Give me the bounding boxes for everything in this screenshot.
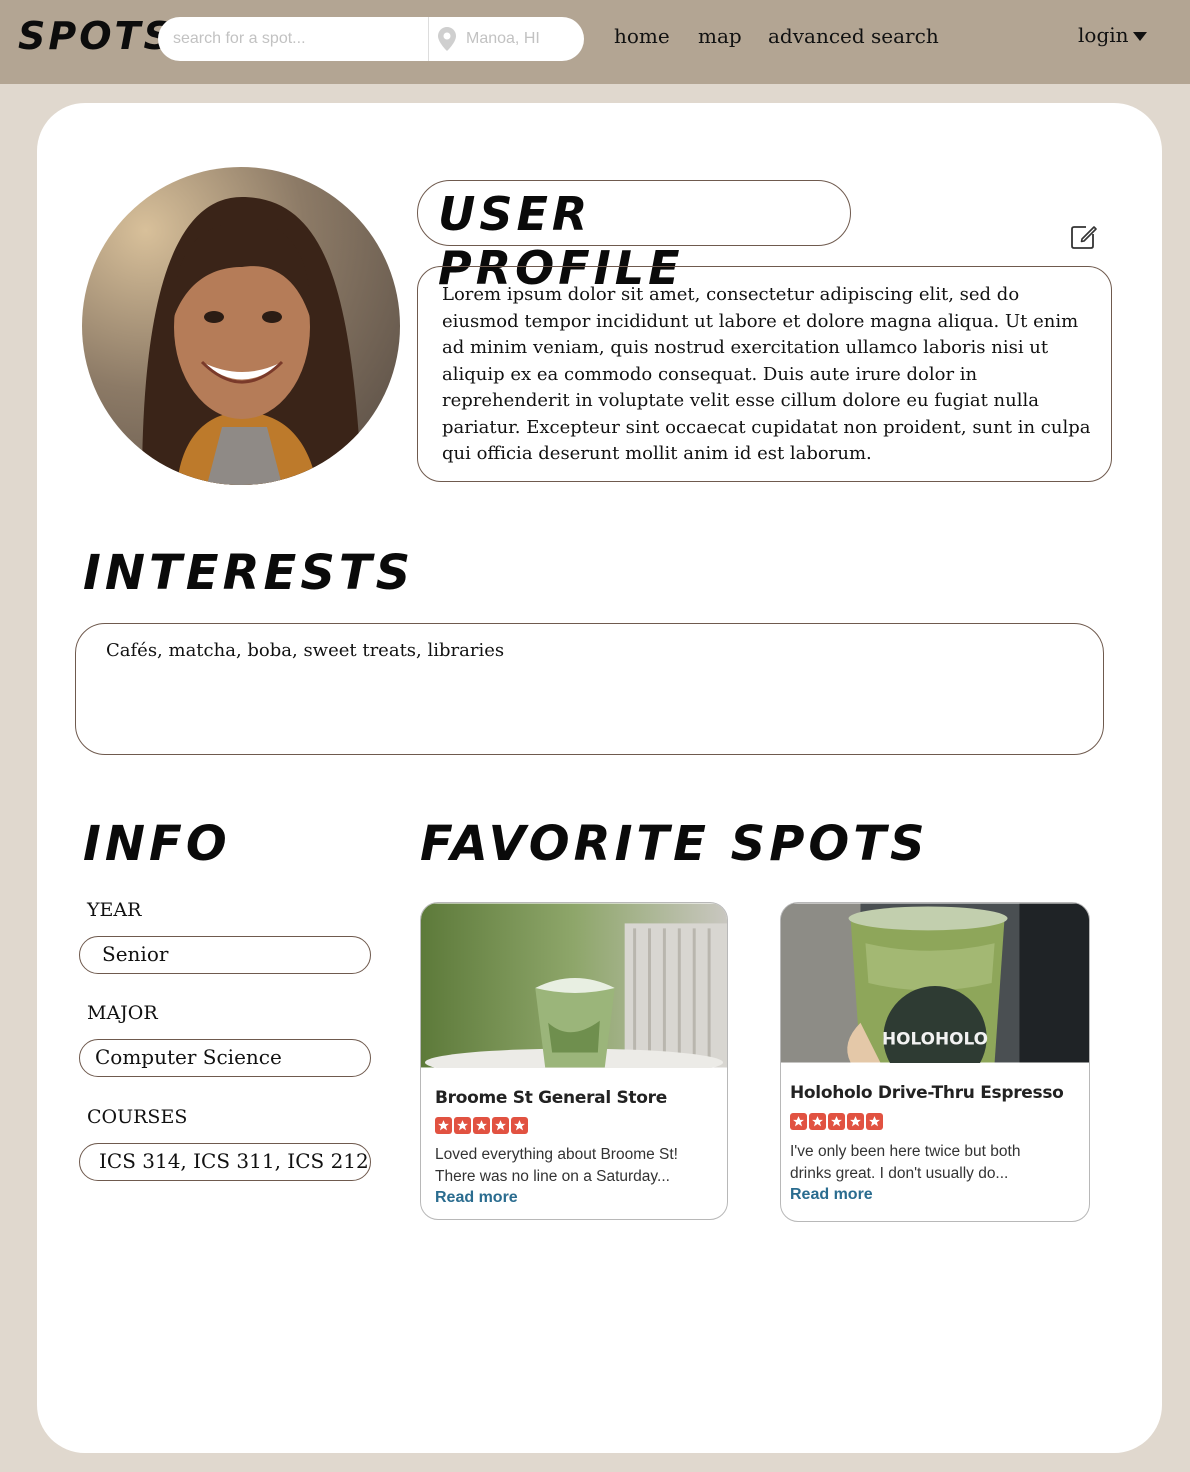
bio-text: Lorem ipsum dolor sit amet, consectetur … — [417, 266, 1112, 482]
top-nav-bar: SPOTS home map advanced search login — [0, 0, 1190, 84]
search-bar — [158, 17, 584, 61]
spot-card[interactable]: HOLOHOLO Holoholo Drive-Thru Espresso I'… — [780, 902, 1090, 1222]
interests-box: Cafés, matcha, boba, sweet treats, libra… — [75, 623, 1104, 755]
star-icon — [492, 1117, 509, 1134]
info-heading: INFO — [83, 816, 231, 872]
caret-down-icon — [1132, 32, 1147, 41]
search-divider — [428, 17, 429, 61]
nav-home[interactable]: home — [614, 24, 670, 48]
star-icon — [473, 1117, 490, 1134]
location-input[interactable] — [458, 17, 584, 61]
spot-name[interactable]: Broome St General Store — [435, 1088, 667, 1108]
user-profile-title-pill: USER PROFILE — [417, 180, 851, 295]
year-field: Senior — [79, 936, 371, 974]
interests-heading: INTERESTS — [83, 545, 415, 601]
spot-card[interactable]: Broome St General Store Loved everything… — [420, 902, 728, 1220]
star-rating — [435, 1117, 528, 1134]
major-field: Computer Science — [79, 1039, 371, 1077]
profile-card: USER PROFILE Lorem ipsum dolor sit amet,… — [37, 103, 1162, 1453]
star-icon — [847, 1113, 864, 1130]
spot-review-line: Loved everything about Broome St! — [435, 1146, 678, 1163]
year-label: YEAR — [87, 899, 142, 921]
favorite-spots-heading: FAVORITE SPOTS — [420, 816, 929, 872]
courses-label: COURSES — [87, 1106, 188, 1128]
read-more-link[interactable]: Read more — [435, 1189, 518, 1207]
spot-review-line: drinks great. I don't usually do... — [790, 1165, 1009, 1182]
star-rating — [790, 1113, 883, 1130]
star-icon — [435, 1117, 452, 1134]
edit-icon[interactable] — [1069, 221, 1099, 251]
login-dropdown[interactable]: login — [1078, 23, 1147, 47]
read-more-link[interactable]: Read more — [790, 1186, 873, 1204]
star-icon — [790, 1113, 807, 1130]
major-label: MAJOR — [87, 1002, 158, 1024]
spot-review-line: There was no line on a Saturday... — [435, 1168, 670, 1185]
spot-photo: HOLOHOLO — [781, 903, 1089, 1063]
search-input[interactable] — [158, 17, 428, 61]
location-pin-icon — [438, 27, 456, 51]
star-icon — [866, 1113, 883, 1130]
avatar — [82, 167, 400, 485]
spot-photo — [421, 903, 727, 1068]
spot-photo-logo-text: HOLOHOLO — [882, 1029, 988, 1049]
logo[interactable]: SPOTS — [18, 14, 174, 58]
nav-map[interactable]: map — [698, 24, 742, 48]
star-icon — [809, 1113, 826, 1130]
login-label: login — [1078, 23, 1129, 47]
star-icon — [828, 1113, 845, 1130]
courses-field: ICS 314, ICS 311, ICS 212 — [79, 1143, 371, 1181]
nav-advanced-search[interactable]: advanced search — [768, 24, 939, 48]
spot-review-line: I've only been here twice but both — [790, 1143, 1021, 1160]
star-icon — [454, 1117, 471, 1134]
star-icon — [511, 1117, 528, 1134]
spot-name[interactable]: Holoholo Drive-Thru Espresso — [790, 1083, 1064, 1103]
